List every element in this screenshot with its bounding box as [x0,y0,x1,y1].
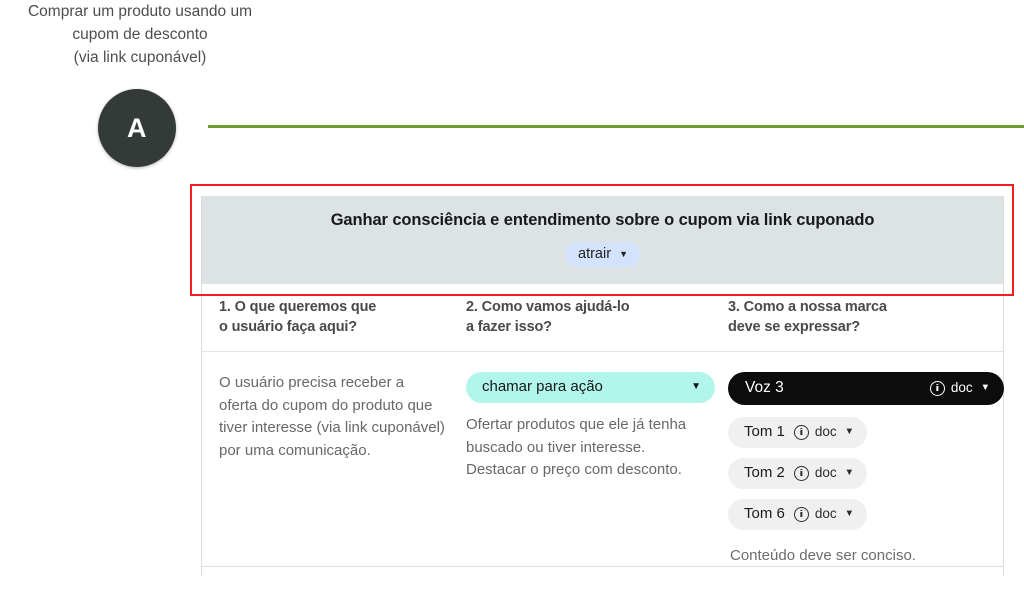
chevron-down-icon: ▼ [691,381,701,392]
column-header-2: 2. Como vamos ajudá-lo a fazer isso? [464,297,726,337]
journey-caption: Comprar um produto usando um cupom de de… [27,3,252,66]
tone-pill[interactable]: Tom 2 doc ▼ [728,458,868,489]
tone-doc-link[interactable]: doc ▼ [793,465,855,481]
stage-letter-badge-label: A [127,112,147,143]
tone-pill[interactable]: Tom 6 doc ▼ [728,499,868,530]
stage-phase-label: atrair [578,246,612,262]
column-body-row: O usuário precisa receber a oferta do cu… [202,352,1004,600]
tone-label: Tom 2 [744,464,785,481]
tone-doc-link[interactable]: doc ▼ [793,506,855,522]
tone-pill-list: Tom 1 doc ▼ Tom 2 doc ▼ Tom 6 doc ▼ [728,417,985,540]
column-header-row: 1. O que queremos que o usuário faça aqu… [202,284,1003,352]
info-circle-icon [793,465,809,481]
card-header: Ganhar consciência e entendimento sobre … [202,196,1003,284]
stage-phase-dropdown[interactable]: atrair ▼ [565,242,640,267]
tone-pill[interactable]: Tom 1 doc ▼ [728,417,868,448]
voice-dropdown[interactable]: Voz 3 doc ▼ [728,372,1004,405]
column-header-1-label: 1. O que queremos que o usuário faça aqu… [219,299,377,335]
board-canvas: Comprar um produto usando um cupom de de… [0,0,1024,576]
tone-label: Tom 1 [744,423,785,440]
info-circle-icon [793,424,809,440]
stage-letter-badge[interactable]: A [98,89,176,167]
user-goal-text: O usuário precisa receber a oferta do cu… [219,374,445,459]
journey-stage-card: Ganhar consciência e entendimento sobre … [201,196,1004,576]
tone-doc-label: doc [814,506,837,521]
chevron-down-icon: ▼ [844,467,855,479]
help-approach-text: Ofertar produtos que ele já tenha buscad… [466,416,687,478]
chevron-down-icon: ▼ [844,508,855,520]
action-type-dropdown[interactable]: chamar para ação ▼ [466,372,715,403]
brand-expression-note: Conteúdo deve ser conciso. [730,547,916,564]
info-circle-icon [929,380,945,396]
action-type-label: chamar para ação [482,378,603,395]
voice-doc-label: doc [950,380,973,395]
chevron-down-icon: ▼ [844,426,855,438]
chevron-down-icon: ▼ [980,382,990,394]
info-circle-icon [793,506,809,522]
voice-doc-link[interactable]: doc ▼ [929,380,990,396]
tone-doc-label: doc [814,465,837,480]
column-header-2-label: 2. Como vamos ajudá-lo a fazer isso? [466,299,630,335]
column-header-3: 3. Como a nossa marca deve se expressar? [726,297,1003,337]
column-header-3-label: 3. Como a nossa marca deve se expressar? [728,299,887,335]
column-header-1: 1. O que queremos que o usuário faça aqu… [202,297,464,337]
voice-label: Voz 3 [745,379,784,396]
tone-label: Tom 6 [744,505,785,522]
tone-doc-label: doc [814,424,837,439]
chevron-down-icon: ▼ [619,248,628,259]
card-bottom-divider [202,566,1003,567]
stage-divider-rule [208,125,1024,128]
card-header-title: Ganhar consciência e entendimento sobre … [330,211,875,229]
tone-doc-link[interactable]: doc ▼ [793,424,855,440]
